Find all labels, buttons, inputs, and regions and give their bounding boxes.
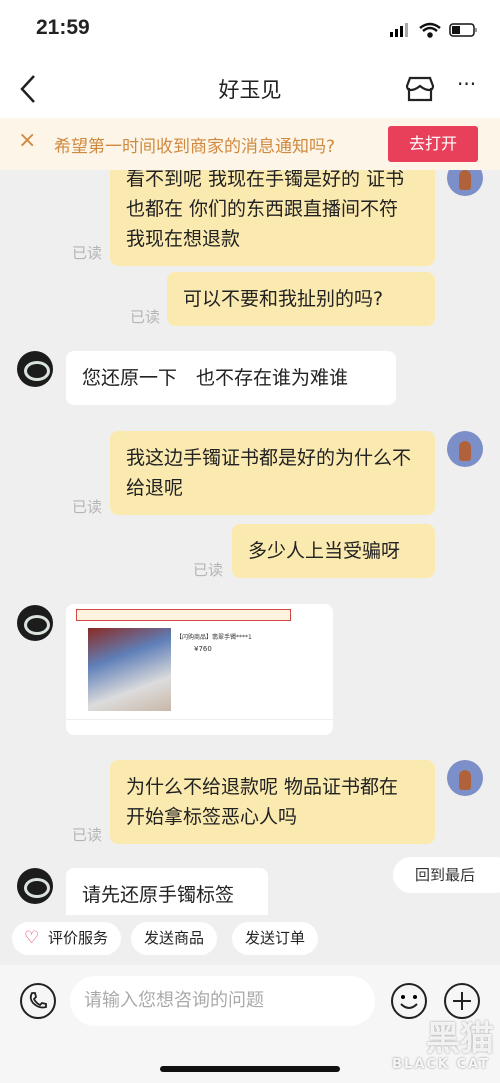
send-order-button[interactable]: 发送订单 (232, 922, 319, 955)
chat-area[interactable]: 看不到呢 我现在手镯是好的 证书也都在 你们的东西跟直播间不符 我现在想退款 已… (0, 170, 500, 915)
avatar (447, 760, 483, 796)
read-status: 已读 (130, 308, 161, 326)
status-bar: 21:59 (0, 0, 500, 60)
wifi-icon (419, 22, 441, 38)
emoji-icon[interactable] (390, 982, 428, 1020)
message-input[interactable]: 请输入您想咨询的问题 (70, 976, 375, 1026)
open-notifications-button[interactable]: 去打开 (388, 126, 478, 162)
product-image (88, 628, 171, 711)
shop-icon[interactable] (405, 74, 435, 104)
banner-text: 希望第一时间收到商家的消息通知吗? (54, 137, 336, 157)
message-bubble: 为什么不给退款呢 物品证书都在 开始拿标签恶心人吗 (110, 760, 435, 844)
read-status: 已读 (72, 498, 103, 516)
close-icon[interactable]: × (18, 128, 36, 153)
watermark-text: BLACK CAT (392, 1057, 490, 1072)
home-indicator (160, 1066, 340, 1072)
back-to-last-button[interactable]: 回到最后 (393, 857, 500, 893)
rate-service-button[interactable]: ♡ 评价服务 (12, 922, 122, 955)
battery-icon (449, 23, 477, 37)
input-bar: 请输入您想咨询的问题 黑猫 BLACK CAT (0, 965, 500, 1083)
avatar (447, 170, 483, 196)
message-bubble: 请先还原手镯标签 (66, 868, 268, 915)
watermark-logo: 黑猫 (426, 1019, 494, 1059)
message-bubble: 您还原一下 也不存在谁为难谁 (66, 351, 396, 405)
avatar (447, 431, 483, 467)
read-status: 已读 (72, 826, 103, 844)
avatar (17, 605, 53, 641)
phone-icon[interactable] (19, 982, 57, 1020)
notification-banner: × 希望第一时间收到商家的消息通知吗? 去打开 (0, 118, 500, 170)
avatar (17, 868, 53, 904)
quick-actions: ♡ 评价服务 发送商品 发送订单 (0, 915, 500, 965)
product-title: 【闪购商品】翡翠手镯****1 (176, 634, 252, 641)
message-bubble: 多少人上当受骗呀 (232, 524, 435, 578)
nav-bar: 好玉见 ··· (0, 60, 500, 118)
message-bubble: 看不到呢 我现在手镯是好的 证书也都在 你们的东西跟直播间不符 我现在想退款 (110, 170, 435, 266)
send-product-button[interactable]: 发送商品 (131, 922, 218, 955)
screenshot-image-message[interactable]: 【闪购商品】翡翠手镯****1 ¥760 (66, 604, 333, 735)
status-time: 21:59 (36, 16, 90, 39)
heart-icon: ♡ (24, 928, 40, 948)
product-price: ¥760 (194, 645, 212, 653)
read-status: 已读 (193, 561, 224, 579)
read-status: 已读 (72, 244, 103, 262)
warning-strip (76, 609, 291, 621)
status-icons (390, 22, 477, 38)
signal-icon (390, 23, 408, 37)
more-icon[interactable]: ··· (457, 72, 476, 96)
message-bubble: 我这边手镯证书都是好的为什么不给退呢 (110, 431, 435, 515)
message-bubble: 可以不要和我扯别的吗? (167, 272, 435, 326)
avatar (17, 351, 53, 387)
